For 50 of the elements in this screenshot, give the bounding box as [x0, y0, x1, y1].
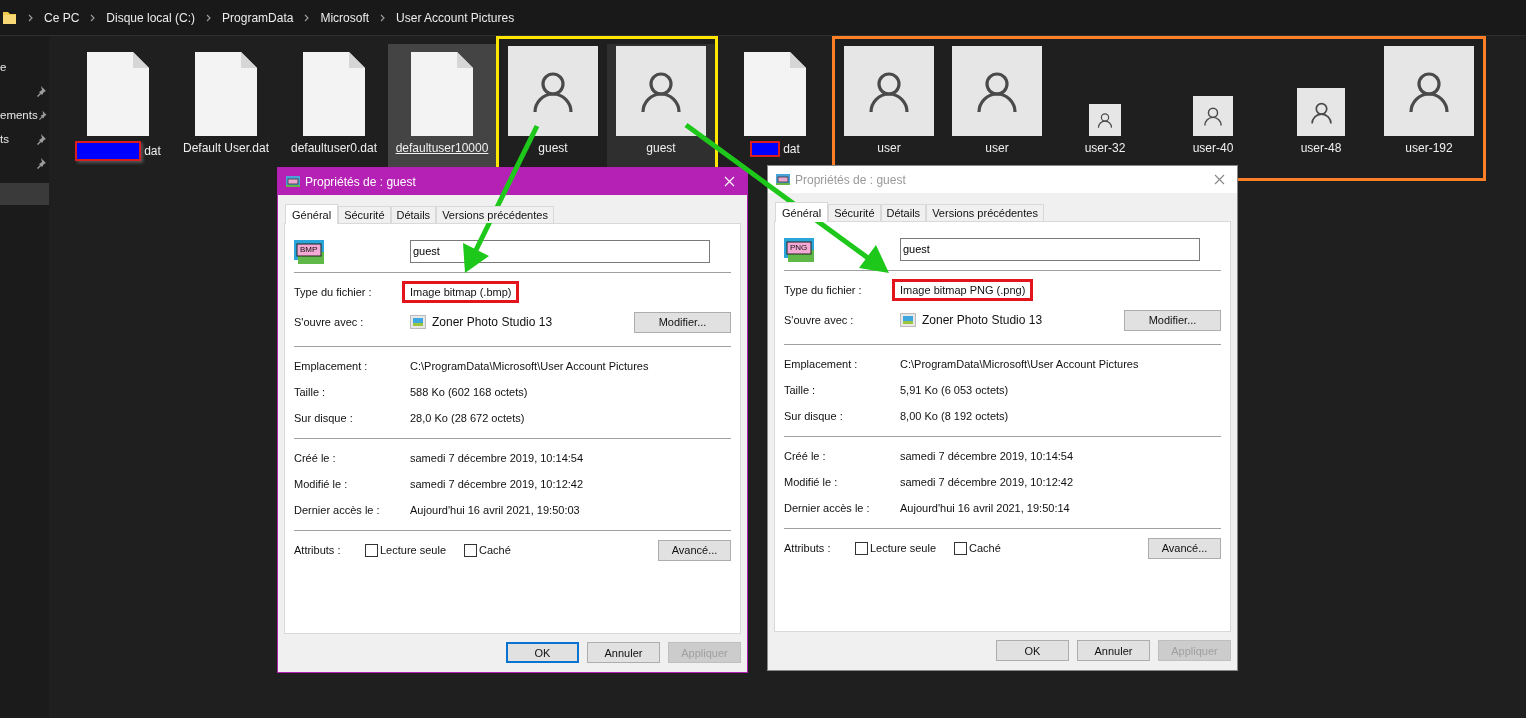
file-name: defaultuser10000: [395, 141, 489, 155]
field-value: Image bitmap PNG (.png): [892, 279, 1034, 301]
file-name: user-32: [1084, 141, 1126, 155]
field-label: Type du fichier :: [294, 286, 373, 298]
file-name: user-192: [1405, 141, 1453, 155]
file-name: guest: [538, 141, 568, 155]
field-label: Emplacement :: [784, 358, 859, 370]
app-name: Zoner Photo Studio 13: [922, 313, 1043, 327]
file-name: user: [985, 141, 1009, 155]
field-label: Attributs :: [784, 542, 832, 554]
field-value: 28,0 Ko (28 672 octets): [410, 412, 525, 424]
field-value: samedi 7 décembre 2019, 10:12:42: [410, 478, 584, 490]
field-label: Taille :: [294, 386, 327, 398]
field-value: Aujourd'hui 16 avril 2021, 19:50:03: [410, 504, 580, 516]
file-name: user-48: [1300, 141, 1342, 155]
file-name: dat: [144, 144, 161, 158]
field-label: Dernier accès le :: [294, 504, 381, 516]
field-value: C:\ProgramData\Microsoft\User Account Pictures: [410, 360, 649, 372]
file-name: defaultuser0.dat: [290, 141, 378, 155]
file-name: user-40: [1192, 141, 1234, 155]
file-name: Default User.dat: [182, 141, 269, 155]
field-label: Type du fichier :: [784, 284, 863, 296]
field-value: 8,00 Ko (8 192 octets): [900, 410, 1009, 422]
field-value: 5,91 Ko (6 053 octets): [900, 384, 1009, 396]
field-label: Créé le :: [784, 450, 827, 462]
field-value: samedi 7 décembre 2019, 10:12:42: [900, 476, 1074, 488]
field-label: Modifié le :: [294, 478, 349, 490]
field-value: samedi 7 décembre 2019, 10:14:54: [410, 452, 584, 464]
file-name: dat: [783, 142, 800, 156]
field-label: S'ouvre avec :: [784, 314, 855, 326]
field-label: Sur disque :: [294, 412, 354, 424]
field-label: Attributs :: [294, 544, 342, 556]
field-label: Créé le :: [294, 452, 337, 464]
file-type-label: PNG: [790, 243, 808, 252]
field-value: 588 Ko (602 168 octets): [410, 386, 528, 398]
field-label: S'ouvre avec :: [294, 316, 365, 328]
file-type-label: BMP: [300, 245, 318, 254]
field-label: Dernier accès le :: [784, 502, 871, 514]
field-value: Image bitmap (.bmp): [402, 281, 520, 303]
field-value: samedi 7 décembre 2019, 10:14:54: [900, 450, 1074, 462]
window-title: Propriétés de : guest: [795, 172, 907, 187]
app-name: Zoner Photo Studio 13: [432, 315, 553, 329]
field-label: Sur disque :: [784, 410, 844, 422]
field-value: Aujourd'hui 16 avril 2021, 19:50:14: [900, 502, 1070, 514]
file-name: user: [877, 141, 901, 155]
field-label: Taille :: [784, 384, 817, 396]
field-label: Emplacement :: [294, 360, 369, 372]
field-label: Modifié le :: [784, 476, 839, 488]
file-name: guest: [646, 141, 676, 155]
field-value: C:\ProgramData\Microsoft\User Account Pictures: [900, 358, 1139, 370]
